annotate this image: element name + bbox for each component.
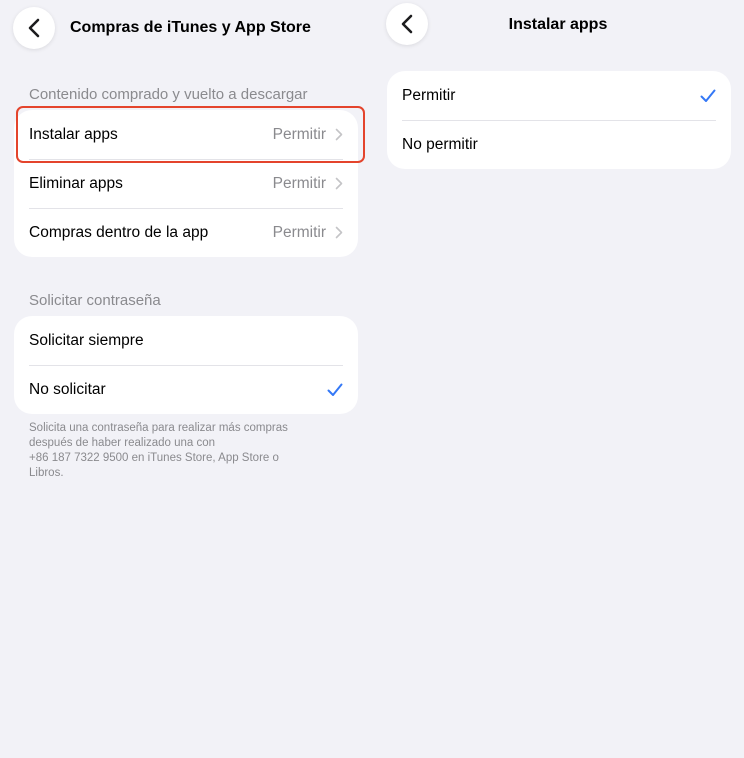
checkmark-icon bbox=[327, 383, 343, 396]
checkmark-icon bbox=[700, 89, 716, 102]
page-title: Compras de iTunes y App Store bbox=[70, 19, 311, 36]
group-instalar-apps-options: Permitir No permitir bbox=[387, 71, 731, 169]
row-no-solicitar[interactable]: No solicitar bbox=[14, 365, 358, 414]
group-solicitar-contrasena: Solicitar siempre No solicitar bbox=[14, 316, 358, 414]
row-eliminar-apps[interactable]: Eliminar apps Permitir bbox=[14, 159, 358, 208]
row-label: No solicitar bbox=[29, 380, 106, 398]
footer-note: Solicita una contraseña para realizar má… bbox=[29, 421, 329, 481]
section-header-solicitar: Solicitar contraseña bbox=[29, 292, 161, 309]
row-compras-dentro-app[interactable]: Compras dentro de la app Permitir bbox=[14, 208, 358, 257]
chevron-right-icon bbox=[335, 128, 343, 141]
row-value: Permitir bbox=[272, 223, 326, 241]
option-permitir[interactable]: Permitir bbox=[387, 71, 731, 120]
group-contenido: Instalar apps Permitir Eliminar apps Per… bbox=[14, 110, 358, 257]
chevron-right-icon bbox=[335, 226, 343, 239]
chevron-right-icon bbox=[335, 177, 343, 190]
footer-line: después de haber realizado una con bbox=[29, 437, 216, 449]
footer-line: Libros. bbox=[29, 467, 64, 479]
chevron-left-icon bbox=[28, 18, 40, 38]
row-label: Eliminar apps bbox=[29, 174, 123, 192]
option-no-permitir[interactable]: No permitir bbox=[387, 120, 731, 169]
row-label: Permitir bbox=[402, 86, 456, 104]
settings-panel-instalar-apps: Instalar apps Permitir No permitir bbox=[372, 0, 744, 758]
row-label: No permitir bbox=[402, 135, 478, 153]
row-label: Compras dentro de la app bbox=[29, 223, 209, 241]
row-value: Permitir bbox=[272, 125, 326, 143]
row-value: Permitir bbox=[272, 174, 326, 192]
row-label: Solicitar siempre bbox=[29, 331, 144, 349]
page-title: Instalar apps bbox=[508, 16, 608, 33]
back-button[interactable] bbox=[13, 7, 55, 49]
row-label: Instalar apps bbox=[29, 125, 118, 143]
row-instalar-apps[interactable]: Instalar apps Permitir bbox=[14, 110, 358, 159]
row-solicitar-siempre[interactable]: Solicitar siempre bbox=[14, 316, 358, 365]
footer-line: Solicita una contraseña para realizar má… bbox=[29, 422, 288, 434]
settings-panel-compras: Compras de iTunes y App Store Contenido … bbox=[0, 0, 372, 758]
section-header-contenido: Contenido comprado y vuelto a descargar bbox=[29, 86, 308, 103]
footer-line: +86 187 7322 9500 en iTunes Store, App S… bbox=[29, 452, 279, 464]
